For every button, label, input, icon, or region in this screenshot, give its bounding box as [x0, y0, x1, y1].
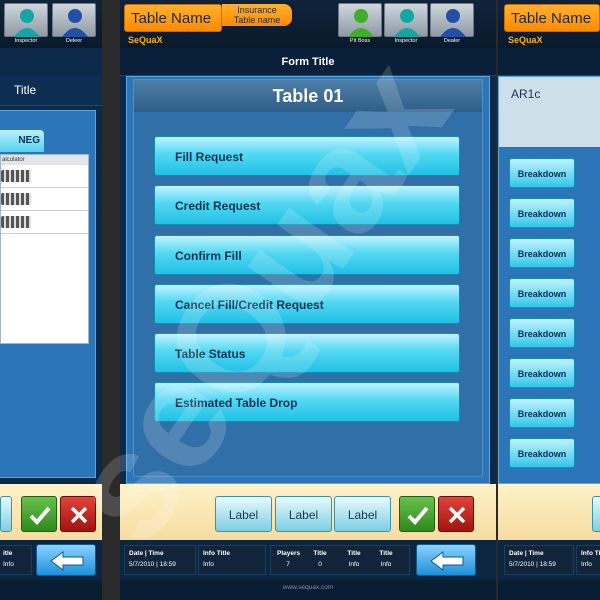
header: Inspector Deleer — [0, 0, 102, 48]
brand-label: SeQuaX — [508, 35, 543, 45]
breakdown-button-8[interactable]: Breakdown — [509, 438, 575, 468]
confirm-fill-button[interactable]: Confirm Fill — [154, 235, 460, 275]
left-screen: Inspector Deleer Title NEG alculator itl… — [0, 0, 102, 600]
arrow-left-icon — [50, 551, 84, 571]
table-panel: Table 01 Fill Request Credit Request Con… — [133, 79, 483, 477]
chip-icon — [1, 216, 31, 228]
label-button-partial[interactable] — [0, 496, 12, 532]
dealer-avatar-icon — [430, 3, 474, 37]
info-title-cell: Info Title Info — [198, 545, 266, 575]
content-panel: AR1c Breakdown Breakdown Breakdown Break… — [498, 76, 600, 484]
date-time-cell: Date | Time 5/7/2010 | 18:59 — [504, 545, 574, 575]
insurance-label: Insurance Table name — [222, 4, 292, 26]
action-bar: Label Label Label — [120, 484, 496, 540]
confirm-button[interactable] — [21, 496, 57, 532]
form-title-bar — [498, 48, 600, 76]
cancel-button[interactable] — [60, 496, 96, 532]
estimated-table-drop-button[interactable]: Estimated Table Drop — [154, 382, 460, 422]
breakdown-button-1[interactable]: Breakdown — [509, 158, 575, 188]
action-bar — [498, 484, 600, 540]
right-screen: Table Name SeQuaX AR1c Breakdown Breakdo… — [498, 0, 600, 600]
close-icon — [448, 506, 466, 524]
info-cell: itle Info — [0, 545, 32, 575]
close-icon — [70, 506, 88, 524]
table-name: Table Name — [124, 4, 222, 32]
info-bar: Date | Time 5/7/2010 | 18:59 Info Ti Inf… — [498, 540, 600, 580]
table-stats-cell: Players 7 Title 0 Title Info Title Info — [270, 545, 410, 575]
label-button-1[interactable]: Label — [215, 496, 272, 532]
credit-request-button[interactable]: Credit Request — [154, 185, 460, 225]
calculator-header: alculator — [1, 155, 88, 165]
label-button-partial[interactable] — [592, 496, 600, 532]
cancel-button[interactable] — [438, 496, 474, 532]
footer — [498, 580, 600, 600]
confirm-button[interactable] — [399, 496, 435, 532]
calculator-list: alculator — [0, 154, 89, 344]
dealer-avatar-icon — [52, 3, 96, 37]
footer — [0, 580, 102, 600]
table-status-button[interactable]: Table Status — [154, 333, 460, 373]
role-label: Inspector — [14, 38, 38, 44]
fill-request-button[interactable]: Fill Request — [154, 136, 460, 176]
info-bar: Date | Time 5/7/2010 | 18:59 Info Title … — [120, 540, 496, 580]
breakdown-button-6[interactable]: Breakdown — [509, 358, 575, 388]
label-button-3[interactable]: Label — [334, 496, 391, 532]
inspector-avatar-icon — [384, 3, 428, 37]
action-bar — [0, 484, 102, 540]
arrow-left-icon — [430, 551, 464, 571]
tab-neg[interactable]: NEG — [0, 130, 44, 152]
breakdown-button-7[interactable]: Breakdown — [509, 398, 575, 428]
role-inspector[interactable]: Inspector — [4, 3, 48, 47]
breakdown-button-4[interactable]: Breakdown — [509, 278, 575, 308]
date-time-cell: Date | Time 5/7/2010 | 18:59 — [124, 545, 196, 575]
table-title: Table 01 — [134, 80, 482, 112]
list-item[interactable] — [1, 211, 88, 234]
list-item[interactable] — [1, 188, 88, 211]
check-icon — [407, 506, 429, 525]
header: Table Name SeQuaX — [498, 0, 600, 48]
role-inspector[interactable]: Inspector — [384, 3, 428, 47]
center-screen: Table Name Insurance Table name SeQuaX P… — [120, 0, 496, 600]
role-label: Deleer — [65, 38, 83, 44]
role-dealer[interactable]: Dealer — [430, 3, 474, 47]
label-button-2[interactable]: Label — [275, 496, 332, 532]
pit-boss-avatar-icon — [338, 3, 382, 37]
chip-icon — [1, 193, 31, 205]
back-button[interactable] — [416, 544, 476, 576]
brand-label: SeQuaX — [128, 35, 163, 45]
header: Table Name Insurance Table name SeQuaX P… — [120, 0, 496, 48]
role-label: Dealer — [443, 38, 461, 44]
info-bar: itle Info — [0, 540, 102, 580]
page-title: Title — [0, 76, 102, 106]
role-label: Pit Boss — [349, 38, 371, 44]
breakdown-button-5[interactable]: Breakdown — [509, 318, 575, 348]
table-name: Table Name — [504, 4, 600, 32]
back-button[interactable] — [36, 544, 96, 576]
role-label: Inspector — [394, 38, 418, 44]
inspector-avatar-icon — [4, 3, 48, 37]
breakdown-button-3[interactable]: Breakdown — [509, 238, 575, 268]
cancel-fill-credit-button[interactable]: Cancel Fill/Credit Request — [154, 284, 460, 324]
ar-label: AR1c — [499, 77, 600, 147]
list-item[interactable] — [1, 165, 88, 188]
role-pit-boss[interactable]: Pit Boss — [338, 3, 382, 47]
content-panel: Table 01 Fill Request Credit Request Con… — [126, 76, 490, 484]
breakdown-button-2[interactable]: Breakdown — [509, 198, 575, 228]
info-title-cell: Info Ti Info — [576, 545, 600, 575]
check-icon — [29, 506, 51, 525]
footer-url: www.sequax.com — [120, 580, 496, 600]
role-dealer[interactable]: Deleer — [52, 3, 96, 47]
chip-icon — [1, 170, 31, 182]
form-title: Form Title — [120, 48, 496, 76]
